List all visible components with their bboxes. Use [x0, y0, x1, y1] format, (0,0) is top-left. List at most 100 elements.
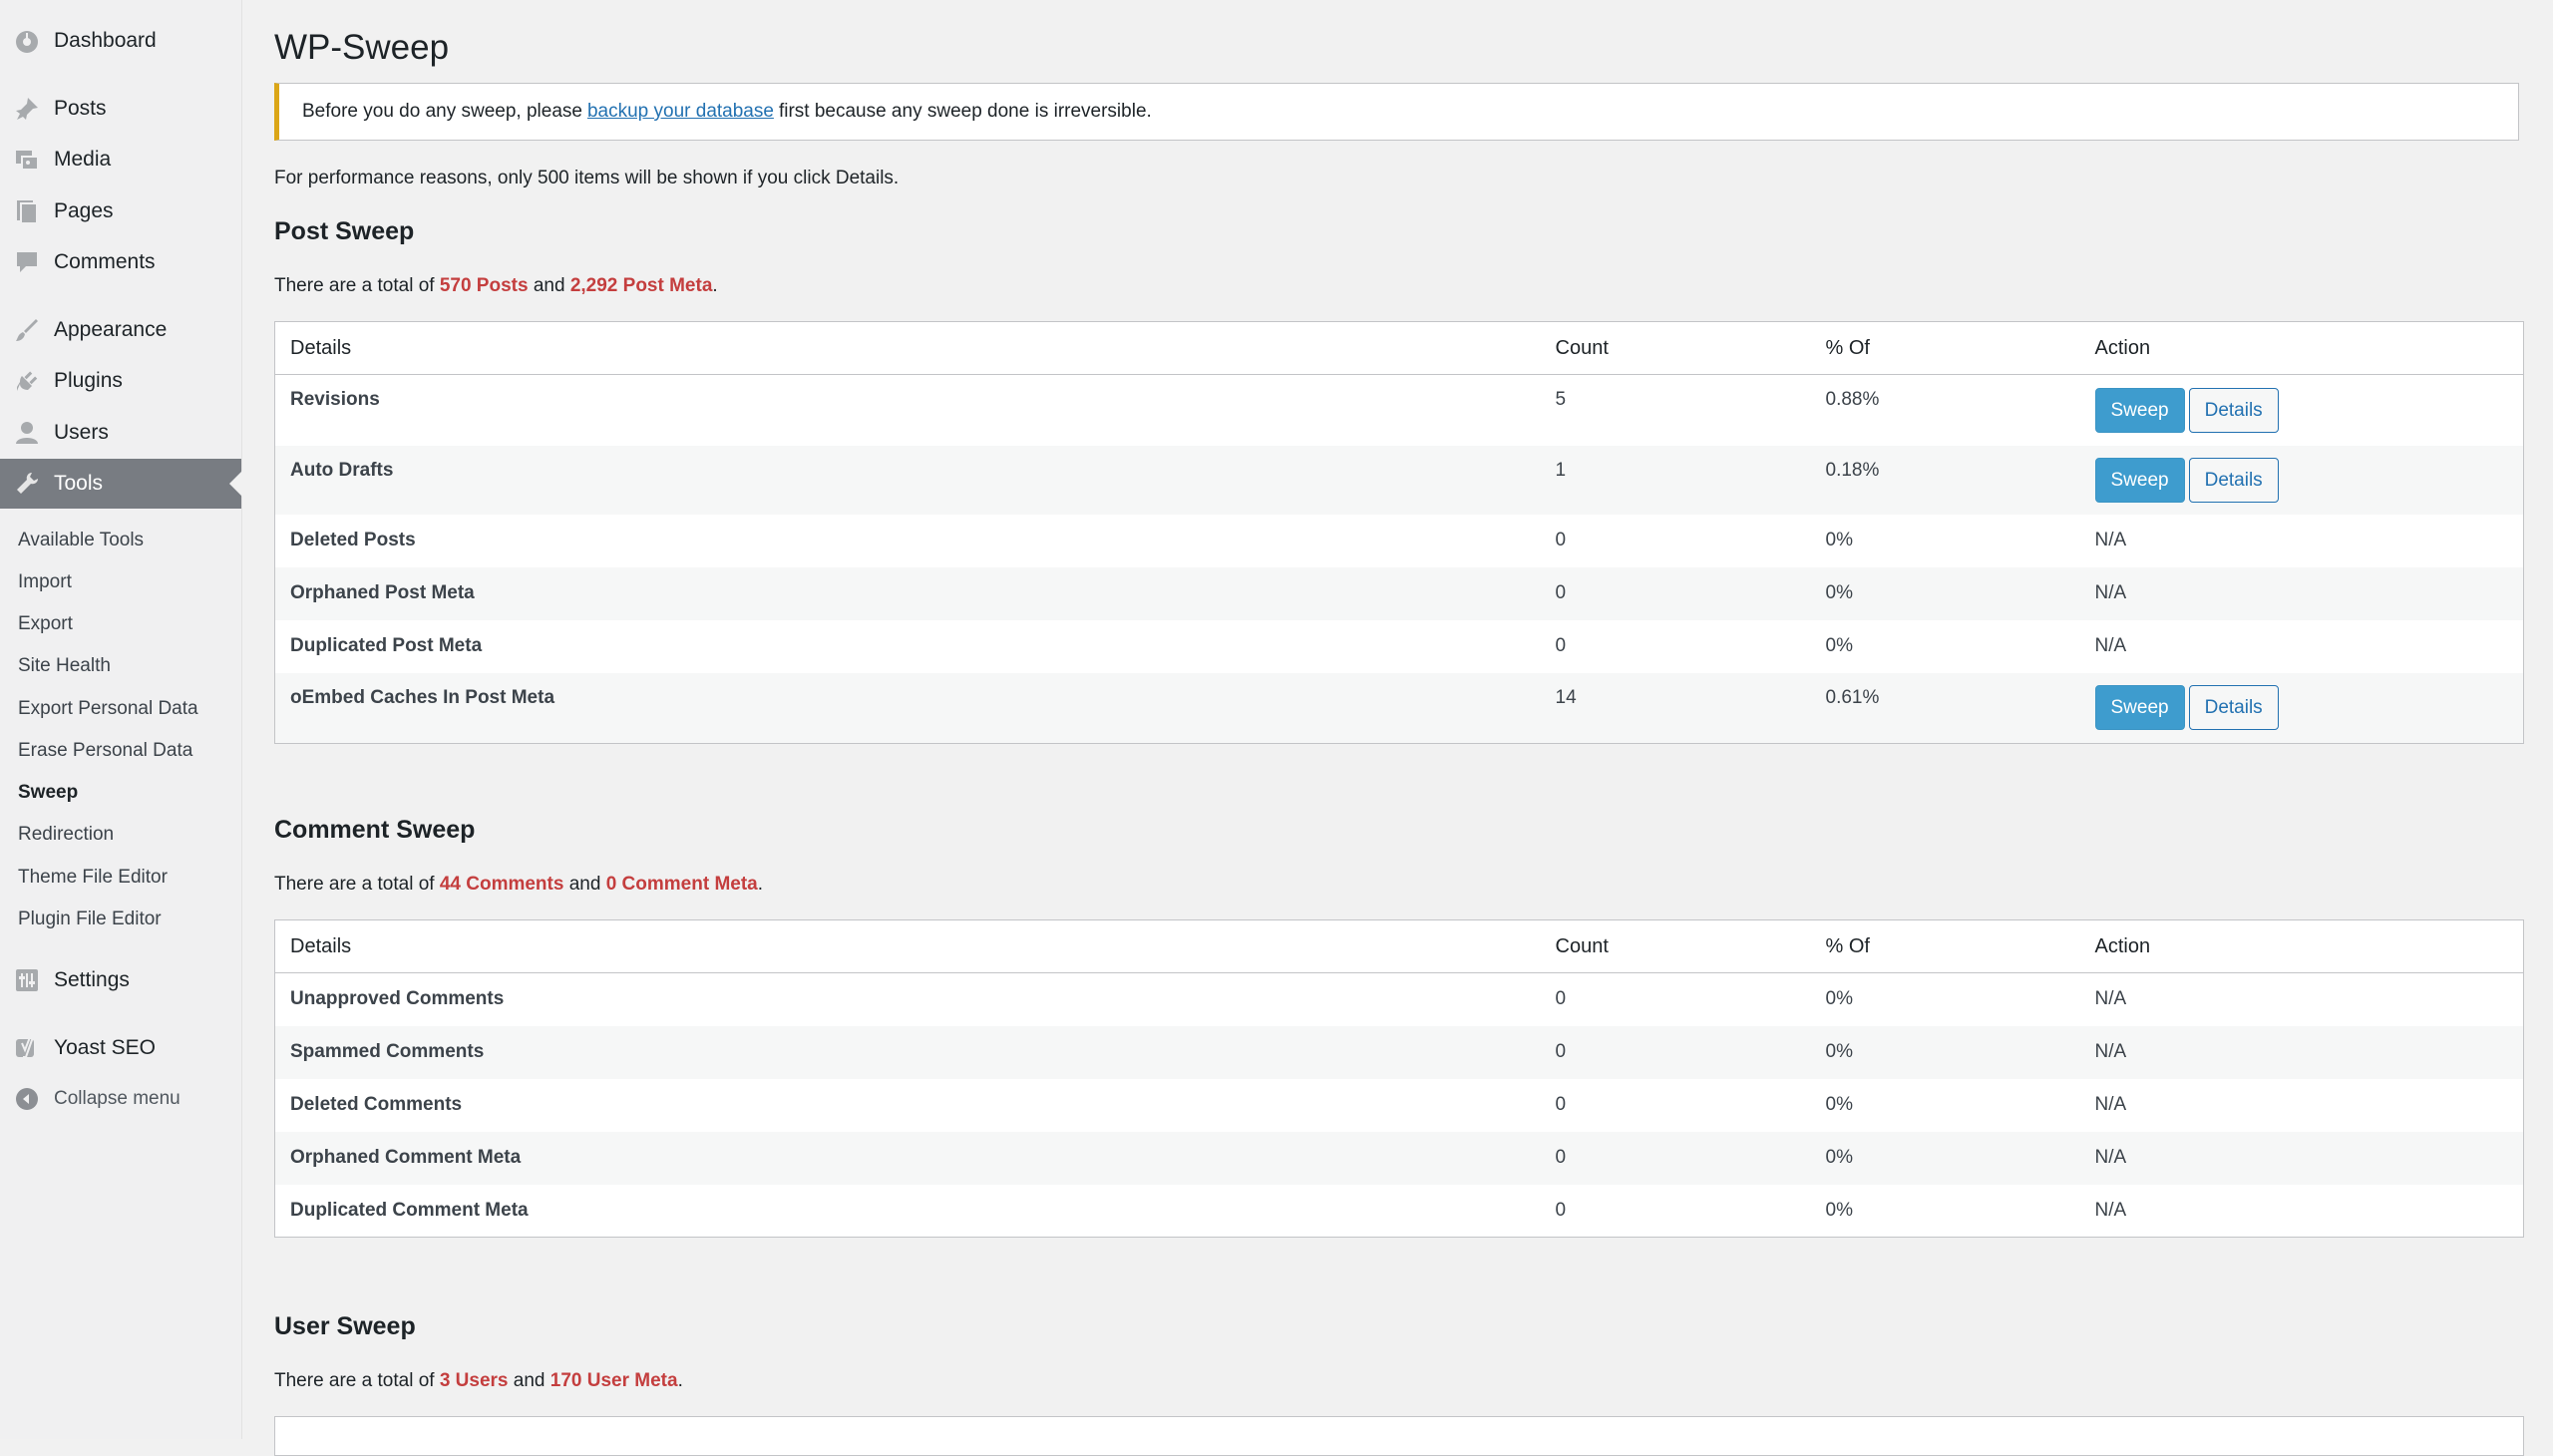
row-actions: Sweep Details	[2080, 375, 2524, 446]
menu-comments[interactable]: Comments	[0, 237, 241, 287]
submenu-import[interactable]: Import	[18, 571, 72, 593]
collapse-icon	[13, 1085, 41, 1113]
submenu-redirection[interactable]: Redirection	[18, 824, 114, 846]
sweep-button[interactable]: Sweep	[2094, 457, 2185, 503]
totals-and: and	[513, 1370, 546, 1391]
column-header-details: Details	[274, 321, 1541, 375]
totals-end: .	[757, 874, 764, 895]
submenu-sweep[interactable]: Sweep	[18, 782, 78, 804]
submenu-export[interactable]: Export	[18, 613, 73, 635]
submenu-plugin-file-editor[interactable]: Plugin File Editor	[18, 909, 162, 930]
sweep-button[interactable]: Sweep	[2094, 387, 2185, 433]
row-count: 14	[1540, 672, 1811, 744]
total-posts: 570 Posts	[439, 275, 529, 296]
row-name: Revisions	[290, 389, 380, 410]
row-pct: 0%	[1825, 988, 1853, 1010]
row-pct: 0%	[1810, 566, 2080, 620]
collapse-menu-button[interactable]: Collapse menu	[0, 1074, 241, 1124]
details-button[interactable]: Details	[2188, 457, 2279, 503]
table-header-row: Details Count % Of Action	[274, 321, 2524, 375]
brush-icon	[13, 316, 41, 344]
row-na: N/A	[2079, 1131, 2524, 1185]
row-pct: 0.61%	[1810, 672, 2080, 744]
wrench-icon	[13, 470, 41, 498]
table-row: Duplicated Post Meta 0 0% N/A	[275, 620, 2524, 673]
row-na: N/A	[2094, 635, 2127, 656]
menu-label: Posts	[54, 97, 107, 120]
total-user-meta: 170 User Meta	[549, 1370, 678, 1391]
table-row: Duplicated Comment Meta 0 0% N/A	[275, 1185, 2524, 1238]
menu-label: Users	[54, 421, 109, 444]
menu-tools[interactable]: Tools	[0, 459, 242, 509]
details-button[interactable]: Details	[2188, 685, 2279, 731]
menu-label: Plugins	[54, 369, 123, 392]
backup-database-link[interactable]: backup your database	[587, 101, 774, 123]
sweep-button[interactable]: Sweep	[2094, 685, 2185, 731]
row-name: Duplicated Comment Meta	[290, 1199, 529, 1221]
row-na: N/A	[2094, 530, 2127, 550]
total-post-meta: 2,292 Post Meta	[569, 275, 713, 296]
comment-sweep-title: Comment Sweep	[274, 816, 476, 844]
table-row: Orphaned Comment Meta 0 0% N/A	[274, 1131, 2524, 1185]
row-count: 0	[1540, 566, 1811, 620]
row-count: 0	[1555, 1199, 1567, 1221]
column-header-action: Action	[2079, 919, 2524, 973]
submenu-erase-personal-data[interactable]: Erase Personal Data	[18, 740, 192, 762]
table-row: Auto Drafts 1 0.18% Sweep Details	[274, 445, 2524, 515]
menu-label: Yoast SEO	[54, 1036, 156, 1059]
menu-appearance[interactable]: Appearance	[0, 305, 241, 355]
plugin-icon	[13, 367, 41, 395]
submenu-export-personal-data[interactable]: Export Personal Data	[18, 698, 198, 720]
notice-text-after: first because any sweep done is irrevers…	[778, 101, 1152, 122]
table-row: Revisions 5 0.88% Sweep Details	[275, 375, 2524, 446]
table-row: Spammed Comments 0 0% N/A	[274, 1025, 2524, 1079]
menu-users[interactable]: Users	[0, 408, 241, 458]
menu-plugins[interactable]: Plugins	[0, 356, 241, 406]
totals-and: and	[568, 874, 601, 895]
table-row: oEmbed Caches In Post Meta 14 0.61% Swee…	[274, 672, 2524, 744]
comment-sweep-totals: There are a total of 44 Comments and 0 C…	[274, 874, 763, 896]
user-sweep-totals: There are a total of 3 Users and 170 Use…	[274, 1370, 683, 1392]
menu-media[interactable]: Media	[0, 135, 241, 184]
column-header-pct: % Of	[1810, 321, 2080, 375]
table-header-row: Details Count % Of Action	[274, 919, 2524, 973]
submenu-available-tools[interactable]: Available Tools	[18, 530, 144, 551]
totals-prefix: There are a total of	[274, 1370, 435, 1391]
total-comments: 44 Comments	[439, 874, 564, 895]
row-name: Orphaned Post Meta	[274, 566, 1541, 620]
row-count: 1	[1540, 445, 1811, 515]
row-actions: Sweep Details	[2079, 672, 2524, 744]
current-arrow	[229, 471, 242, 497]
menu-yoast-seo[interactable]: Yoast SEO	[0, 1023, 241, 1073]
row-pct: 0%	[1810, 1131, 2080, 1185]
details-button[interactable]: Details	[2188, 387, 2279, 433]
menu-dashboard[interactable]: Dashboard	[0, 16, 241, 66]
row-actions: Sweep Details	[2079, 445, 2524, 515]
comment-sweep-table: Details Count % Of Action Unapproved Com…	[274, 919, 2524, 1238]
row-count: 0	[1555, 988, 1567, 1010]
row-pct: 0%	[1810, 1025, 2080, 1079]
row-na: N/A	[2079, 1025, 2524, 1079]
row-name: Deleted Comments	[290, 1094, 463, 1115]
row-name: Deleted Posts	[290, 530, 416, 550]
notice-text-before: Before you do any sweep, please	[302, 101, 582, 122]
user-icon	[13, 419, 41, 447]
menu-posts[interactable]: Posts	[0, 84, 241, 134]
pages-icon	[13, 197, 41, 225]
column-header-pct: % Of	[1810, 919, 2080, 973]
totals-end: .	[712, 275, 718, 296]
submenu-theme-file-editor[interactable]: Theme File Editor	[18, 867, 168, 889]
settings-icon	[13, 966, 41, 994]
table-row: Orphaned Post Meta 0 0% N/A	[274, 566, 2524, 620]
submenu-site-health[interactable]: Site Health	[18, 655, 111, 677]
row-name: Unapproved Comments	[290, 988, 505, 1010]
column-header-count: Count	[1540, 321, 1811, 375]
menu-pages[interactable]: Pages	[0, 186, 241, 236]
menu-settings[interactable]: Settings	[0, 955, 241, 1005]
row-name: Duplicated Post Meta	[290, 635, 483, 656]
row-na: N/A	[2079, 566, 2524, 620]
menu-label: Settings	[54, 968, 130, 991]
totals-prefix: There are a total of	[274, 874, 435, 895]
row-na: N/A	[2094, 1094, 2127, 1115]
row-name: Auto Drafts	[274, 445, 1541, 515]
